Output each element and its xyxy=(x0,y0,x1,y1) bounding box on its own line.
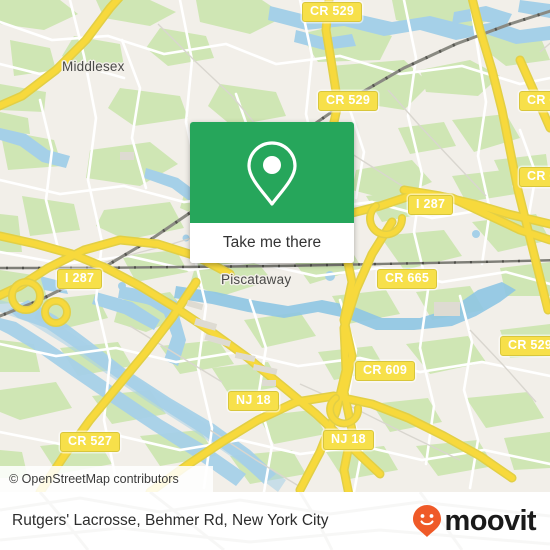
map-pin-icon xyxy=(247,140,297,206)
destination-popup[interactable]: Take me there xyxy=(190,122,354,263)
map-attribution[interactable]: © OpenStreetMap contributors xyxy=(0,466,213,492)
popup-pin-area xyxy=(190,122,354,223)
moovit-logo[interactable]: moovit xyxy=(412,492,537,550)
location-title: Rutgers' Lacrosse, Behmer Rd, New York C… xyxy=(12,492,329,550)
map-screen: Middlesex Piscataway CR 529 CR 529 CR 6 … xyxy=(0,0,550,550)
road-shield-i287-east[interactable]: I 287 xyxy=(408,195,454,215)
road-shield-cr609[interactable]: CR 609 xyxy=(355,361,416,381)
footer-bar: Rutgers' Lacrosse, Behmer Rd, New York C… xyxy=(0,492,550,550)
road-shield-cr529-east[interactable]: CR 529 xyxy=(500,336,550,356)
location-title-text: Rutgers' Lacrosse, Behmer Rd, New York C… xyxy=(12,512,329,529)
moovit-smiley-pin-icon xyxy=(412,505,441,537)
road-shield-i287-west[interactable]: I 287 xyxy=(57,269,103,289)
road-shield-cr665[interactable]: CR 665 xyxy=(377,269,438,289)
road-shield-nj18-south[interactable]: NJ 18 xyxy=(323,430,374,450)
road-shield-cr529-north[interactable]: CR 529 xyxy=(302,2,363,22)
place-label-piscataway: Piscataway xyxy=(221,272,292,287)
road-shield-cr6-upper[interactable]: CR 6 xyxy=(519,91,550,111)
road-shield-cr527[interactable]: CR 527 xyxy=(60,432,121,452)
road-shield-cr529-upper[interactable]: CR 529 xyxy=(318,91,379,111)
place-label-middlesex: Middlesex xyxy=(62,59,125,74)
take-me-there-label: Take me there xyxy=(222,234,322,251)
road-shield-cr6-lower[interactable]: CR 6 xyxy=(519,167,550,187)
road-shield-nj18-west[interactable]: NJ 18 xyxy=(228,391,279,411)
take-me-there-button[interactable]: Take me there xyxy=(190,223,354,263)
attribution-text: © OpenStreetMap contributors xyxy=(9,472,179,486)
moovit-wordmark: moovit xyxy=(444,504,537,537)
